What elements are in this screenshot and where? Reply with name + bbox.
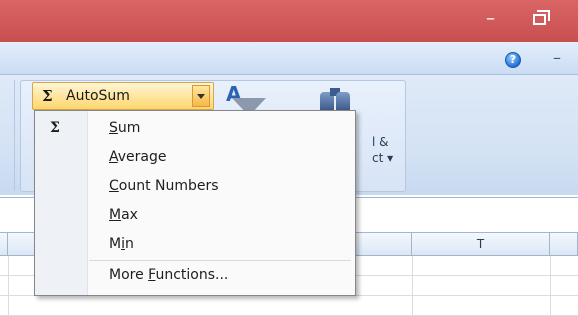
menu-item-max[interactable]: Max <box>109 207 138 223</box>
ribbon-tab-strip <box>0 42 578 75</box>
menu-item-more-functions[interactable]: More Functions... <box>109 267 228 283</box>
restore-button[interactable] <box>533 10 550 25</box>
help-icon[interactable]: ? <box>505 52 521 68</box>
column-header[interactable] <box>550 233 578 255</box>
minimize-ribbon-button[interactable]: – <box>553 48 561 67</box>
column-header[interactable] <box>0 233 8 255</box>
menu-gutter: Σ <box>35 111 88 295</box>
autosum-button[interactable]: Σ AutoSum <box>32 82 214 110</box>
title-bar: – <box>0 0 578 42</box>
sigma-icon: Σ <box>50 120 60 136</box>
find-select-label[interactable]: l & ct ▾ <box>372 134 393 166</box>
autosum-dropdown-menu: Σ Sum Average Count Numbers Max Min More… <box>34 110 356 296</box>
column-header-t[interactable]: T <box>412 233 550 255</box>
ribbon-group-edge <box>6 80 15 190</box>
menu-item-average[interactable]: Average <box>109 149 167 165</box>
autosum-dropdown-arrow[interactable] <box>192 85 210 107</box>
autosum-label: AutoSum <box>66 88 130 104</box>
menu-item-count-numbers[interactable]: Count Numbers <box>109 178 219 194</box>
menu-item-sum[interactable]: Sum <box>109 120 140 136</box>
menu-separator <box>89 260 351 261</box>
sigma-icon: Σ <box>42 87 53 105</box>
menu-item-min[interactable]: Min <box>109 236 134 252</box>
minimize-button[interactable]: – <box>486 10 495 28</box>
